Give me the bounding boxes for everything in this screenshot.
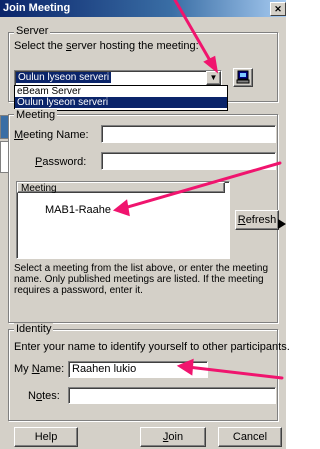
annotation-arrows: [112, 0, 284, 380]
annotation-arrowhead: [112, 199, 130, 217]
annotation-arrow: [122, 161, 282, 210]
annotation-arrowhead: [203, 55, 219, 74]
annotation-arrow: [173, 0, 214, 66]
annotation-arrowhead: [176, 358, 194, 376]
annotation-arrow: [186, 365, 284, 380]
